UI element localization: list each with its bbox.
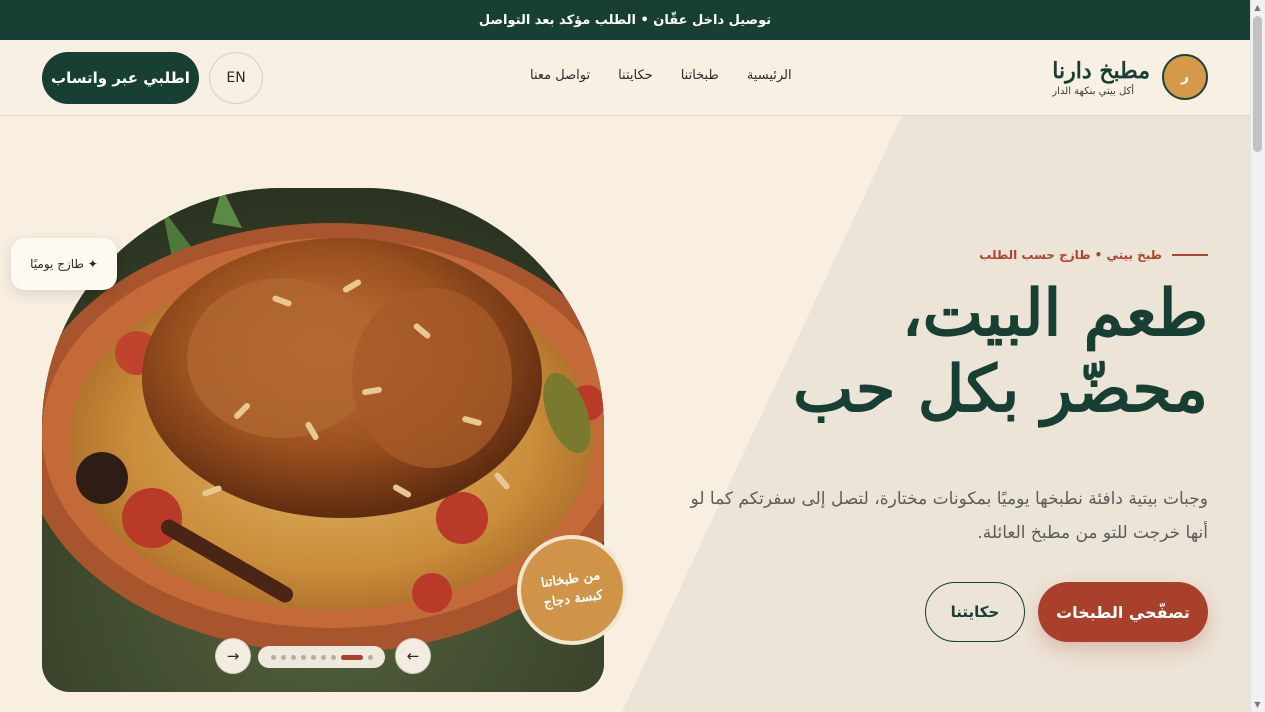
nav-item-home[interactable]: الرئيسية	[747, 68, 792, 83]
brand[interactable]: ر مطبخ دارنا أكل بيتي بنكهة الدار	[1052, 54, 1208, 100]
whatsapp-order-button[interactable]: اطلبي عبر واتساب	[42, 52, 199, 104]
brand-text: مطبخ دارنا أكل بيتي بنكهة الدار	[1052, 58, 1150, 97]
carousel-dot[interactable]	[367, 654, 373, 660]
hero-headline: طعم البيت، محضّر بكل حب	[788, 276, 1208, 428]
carousel-dot[interactable]	[280, 654, 286, 660]
language-toggle-button[interactable]: EN	[209, 52, 263, 104]
carousel-prev-button[interactable]: ←	[395, 638, 431, 674]
fresh-daily-badge: ✦ طازج يوميًا	[11, 238, 117, 290]
carousel-next-button[interactable]: →	[215, 638, 251, 674]
headline-line-2: محضّر بكل حب	[793, 352, 1208, 427]
page-scrollbar[interactable]: ▲ ▼	[1250, 0, 1265, 712]
arrow-left-icon: ←	[406, 647, 420, 665]
headline-line-1: طعم البيت،	[901, 276, 1208, 351]
main-nav: تواصل معنا حكايتنا طبخاتنا الرئيسية	[530, 68, 792, 83]
carousel-dot-active[interactable]	[340, 654, 363, 660]
brand-name: مطبخ دارنا	[1052, 57, 1150, 84]
dish-illustration	[42, 188, 604, 692]
scroll-down-icon[interactable]: ▼	[1253, 700, 1262, 709]
our-story-button[interactable]: حكايتنا	[925, 582, 1025, 642]
scrollbar-thumb[interactable]	[1253, 16, 1262, 152]
carousel-dot[interactable]	[290, 654, 296, 660]
site-header: ر مطبخ دارنا أكل بيتي بنكهة الدار تواصل …	[0, 40, 1250, 116]
arrow-right-icon: →	[226, 647, 240, 665]
hero-section: طبخ بيتي • طازج حسب الطلب طعم البيت، محض…	[0, 116, 1250, 712]
fresh-daily-text: ✦ طازج يوميًا	[30, 257, 98, 271]
dish-photo	[42, 188, 604, 692]
nav-item-dishes[interactable]: طبخاتنا	[681, 68, 719, 83]
carousel-dot[interactable]	[320, 654, 326, 660]
hero-eyebrow: طبخ بيتي • طازج حسب الطلب	[979, 248, 1208, 262]
brand-tagline: أكل بيتي بنكهة الدار	[1052, 85, 1135, 97]
scroll-up-icon[interactable]: ▲	[1253, 3, 1262, 12]
brand-logo-letter: ر	[1180, 69, 1190, 85]
brand-logo: ر	[1162, 54, 1208, 100]
carousel-dot[interactable]	[330, 654, 336, 660]
nav-item-contact[interactable]: تواصل معنا	[530, 68, 590, 83]
hero-lead: وجبات بيتية دافئة نطبخها يوميًا بمكونات …	[690, 489, 1208, 543]
nav-item-story[interactable]: حكايتنا	[618, 68, 653, 83]
carousel-dot[interactable]	[310, 654, 316, 660]
announcement-text: توصيل داخل عقّان • الطلب مؤكد بعد التواص…	[478, 12, 772, 28]
carousel-dot[interactable]	[300, 654, 306, 660]
eyebrow-text: طبخ بيتي • طازج حسب الطلب	[979, 248, 1162, 262]
carousel-dots	[258, 646, 385, 668]
browse-dishes-button[interactable]: تصفّحي الطبخات	[1038, 582, 1208, 642]
eyebrow-line	[1172, 254, 1208, 256]
carousel-dot[interactable]	[270, 654, 276, 660]
announcement-bar: توصيل داخل عقّان • الطلب مؤكد بعد التواص…	[0, 0, 1250, 40]
